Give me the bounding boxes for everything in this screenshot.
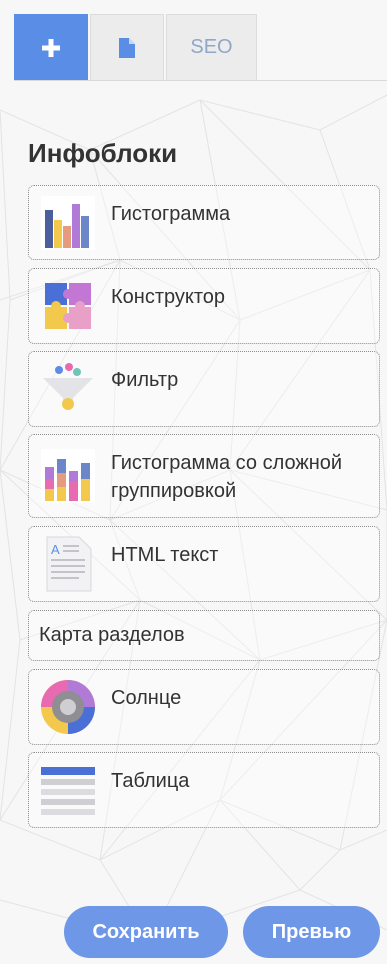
infoblock-label: Фильтр [111, 369, 179, 391]
infoblock-histogram[interactable]: Гистограмма [28, 185, 380, 260]
infoblock-label: Конструктор [111, 286, 226, 308]
infoblock-sections-map[interactable]: Карта разделов [28, 610, 380, 661]
svg-text:A: A [51, 542, 60, 557]
infoblock-constructor[interactable]: Конструктор [28, 268, 380, 344]
table-icon [41, 767, 95, 815]
tabs-divider [14, 80, 387, 81]
infoblock-sunburst[interactable]: Солнце [28, 669, 380, 745]
grouped-histogram-icon [41, 449, 95, 503]
save-button[interactable]: Сохранить [64, 906, 228, 958]
histogram-icon [41, 196, 95, 250]
tab-add[interactable] [14, 14, 88, 80]
infoblock-table[interactable]: Таблица [28, 752, 380, 828]
document-icon [119, 37, 135, 58]
infoblock-label: Гистограмма со сложной группировкой [111, 452, 343, 502]
tab-page[interactable] [90, 14, 164, 80]
editor-tabs: SEO [14, 14, 259, 80]
sunburst-icon [41, 680, 95, 734]
infoblock-label: Карта разделов [39, 624, 185, 646]
infoblock-grouped-histogram[interactable]: Гистограмма со сложной группировкой [28, 434, 380, 518]
section-heading: Инфоблоки [28, 138, 178, 168]
html-text-icon: A [46, 536, 92, 592]
infoblock-filter[interactable]: Фильтр [28, 351, 380, 427]
infoblock-label: Гистограмма [111, 203, 231, 225]
tab-seo[interactable]: SEO [166, 14, 257, 80]
plus-icon [42, 38, 60, 57]
preview-button[interactable]: Превью [243, 906, 380, 958]
filter-funnel-icon [43, 363, 93, 410]
puzzle-icon [45, 283, 91, 329]
infoblock-html-text[interactable]: A HTML текст [28, 526, 380, 602]
infoblock-label: HTML текст [111, 544, 219, 566]
infoblock-label: Солнце [111, 687, 182, 709]
infoblock-label: Таблица [111, 770, 190, 792]
